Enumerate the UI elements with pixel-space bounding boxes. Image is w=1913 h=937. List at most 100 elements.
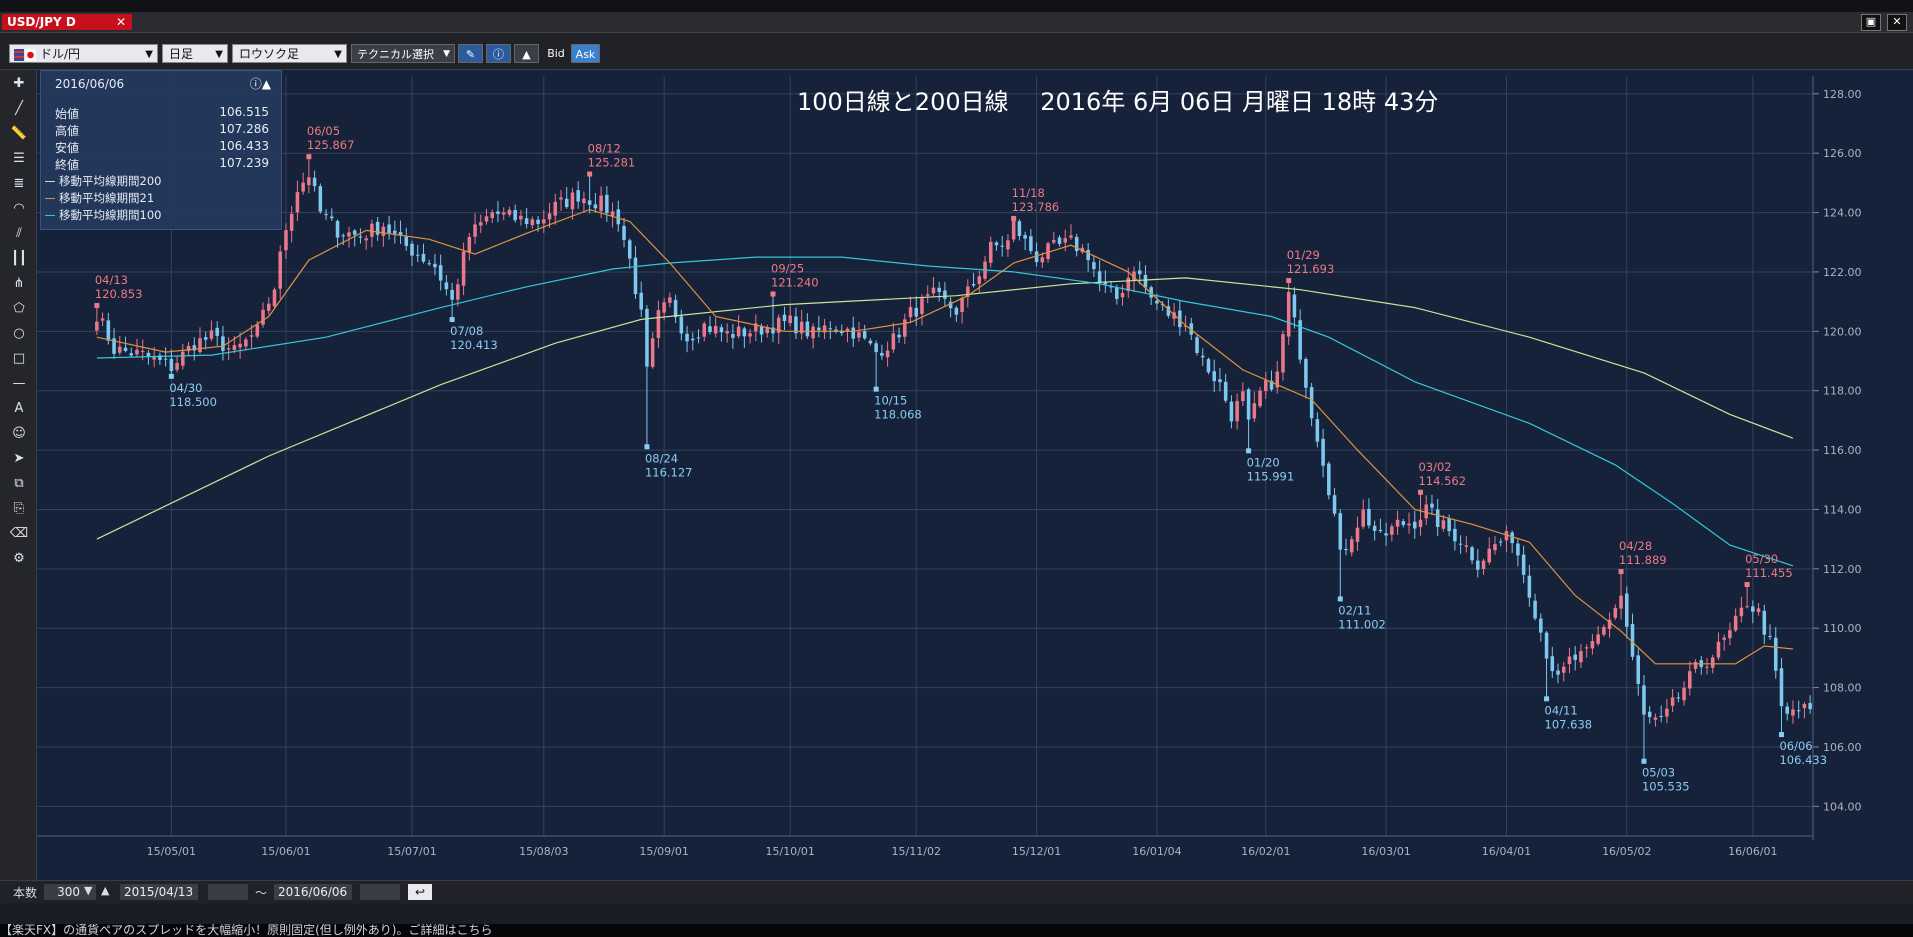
info-toggle-icon[interactable]: ⓘ▲ — [250, 75, 271, 92]
candle-body — [605, 194, 609, 214]
candle-body — [1716, 641, 1721, 658]
candle-body — [977, 276, 982, 284]
settings-icon[interactable]: ⚙ — [9, 549, 29, 569]
candle-body — [1195, 337, 1199, 353]
end-date-input[interactable]: 2016/06/06 — [274, 884, 352, 900]
candle-body — [1676, 697, 1681, 699]
candle-body — [1447, 518, 1451, 532]
pentagon-icon[interactable]: ⬠ — [9, 299, 29, 319]
candle-body — [1682, 687, 1686, 701]
eraser-icon[interactable]: ⌫ — [9, 524, 29, 544]
maximize-button[interactable]: ▣ — [1861, 14, 1881, 31]
pointer-icon[interactable]: ➤ — [9, 449, 29, 469]
vertical-lines-icon[interactable]: ┃┃ — [9, 249, 29, 269]
low-label-date: 07/08 — [450, 324, 483, 338]
candle-body — [1693, 661, 1698, 669]
ma200-legend: 移動平均線期間200 — [41, 173, 271, 188]
candle-body — [891, 333, 896, 350]
fan-icon[interactable]: ◠ — [9, 199, 29, 219]
chart-area[interactable]: 104.00 106.00 108.00 110.00 112.00 114.00 116.… — [37, 70, 1913, 880]
chart-tab[interactable]: USD/JPY D ✕ — [2, 14, 132, 30]
count-up-icon[interactable]: ▲ — [101, 884, 109, 897]
candle-body — [874, 343, 878, 353]
chart-style-value: ロウソク足 — [239, 47, 300, 61]
candle-body — [587, 200, 592, 205]
end-time-input[interactable] — [360, 884, 400, 900]
ask-button[interactable]: Ask — [571, 44, 600, 63]
rectangle-icon[interactable]: □ — [9, 349, 29, 369]
candlestick-chart[interactable]: 104.00 106.00 108.00 110.00 112.00 114.00 116.… — [37, 70, 1913, 880]
candle-body — [1722, 637, 1726, 640]
circle-icon[interactable]: ○ — [9, 324, 29, 344]
window-buttons: ▣ ✕ — [1861, 14, 1907, 31]
candle-body — [725, 331, 729, 334]
candle-body — [662, 302, 666, 313]
candle-body — [123, 347, 128, 351]
text-icon[interactable]: A — [9, 399, 29, 419]
candle-body — [1762, 610, 1767, 635]
count-down-icon[interactable]: ▼ — [84, 884, 92, 897]
emoji-icon[interactable]: ☺ — [9, 424, 29, 444]
start-date-input[interactable]: 2015/04/13 — [120, 884, 198, 900]
trendline-icon[interactable]: ╱ — [9, 99, 29, 119]
timeframe-select[interactable]: 日足 ▼ — [162, 44, 228, 63]
copy-icon[interactable]: ⧉ — [9, 474, 29, 494]
candle-body — [908, 307, 913, 318]
candle-body — [1745, 606, 1749, 608]
low-label-date: 02/11 — [1338, 603, 1371, 617]
candle-body — [370, 223, 374, 237]
candle-body — [805, 321, 810, 337]
candle-body — [742, 328, 747, 337]
candle-body — [1023, 235, 1027, 239]
candle-body — [203, 337, 208, 340]
crosshair-icon[interactable]: ✚ — [9, 74, 29, 94]
reload-button[interactable]: ↩ — [408, 884, 432, 900]
candle-body — [1155, 300, 1159, 304]
line-icon[interactable]: — — [9, 374, 29, 394]
horizontal-lines-icon[interactable]: ☰ — [9, 149, 29, 169]
pencil-button[interactable]: ✎ — [458, 44, 483, 63]
candle-body — [559, 197, 563, 200]
start-time-input[interactable] — [208, 884, 248, 900]
high-label-value: 125.281 — [588, 156, 636, 170]
candle-body — [318, 186, 323, 212]
low-label-value: 111.002 — [1338, 617, 1386, 631]
y-tick-label: 114.00 — [1823, 503, 1862, 516]
candle-body — [1602, 627, 1606, 635]
y-tick-label: 106.00 — [1823, 741, 1862, 754]
channel-icon[interactable]: ⫽ — [9, 224, 29, 244]
pitchfork-icon[interactable]: ⋔ — [9, 274, 29, 294]
paste-icon[interactable]: ⎘ — [9, 499, 29, 519]
candle-body — [1304, 359, 1308, 388]
candle-body — [478, 222, 483, 226]
chart-style-select[interactable]: ロウソク足 ▼ — [232, 44, 347, 63]
currency-pair-select[interactable]: ドル/円 ▼ — [9, 44, 158, 63]
fibonacci-icon[interactable]: ≣ — [9, 174, 29, 194]
candle-body — [988, 241, 993, 263]
candle-body — [1533, 600, 1537, 619]
close-button[interactable]: ✕ — [1887, 14, 1907, 31]
tab-close-icon[interactable]: ✕ — [116, 14, 126, 30]
low-label-date: 04/11 — [1545, 703, 1578, 717]
technical-select-button[interactable]: テクニカル選択 ▼ — [351, 44, 455, 63]
info-button[interactable]: ⓘ — [486, 44, 511, 63]
news-ticker[interactable]: 【楽天FX】の通貨ペアのスプレッドを大幅縮小！原則固定(但し例外あり)。ご詳細は… — [0, 924, 1913, 937]
candle-body — [244, 339, 248, 347]
candle-body — [335, 220, 340, 238]
candle-body — [1390, 526, 1394, 535]
y-tick-label: 116.00 — [1823, 444, 1862, 457]
y-tick-label: 126.00 — [1823, 147, 1862, 160]
candle-body — [209, 330, 214, 339]
bid-button[interactable]: Bid — [542, 44, 570, 63]
ruler-icon[interactable]: 📏 — [9, 124, 29, 144]
candle-body — [404, 236, 409, 246]
candle-body — [530, 219, 535, 226]
low-row: 安値 106.433 — [55, 139, 269, 155]
low-marker — [1778, 732, 1784, 738]
candle-body — [1424, 504, 1429, 519]
candle-body — [1241, 391, 1245, 402]
high-label-date: 01/29 — [1287, 248, 1320, 262]
open-row: 始値 106.515 — [55, 105, 269, 121]
candle-body — [1143, 274, 1148, 288]
chart-type-button[interactable]: ▲ — [514, 44, 539, 63]
